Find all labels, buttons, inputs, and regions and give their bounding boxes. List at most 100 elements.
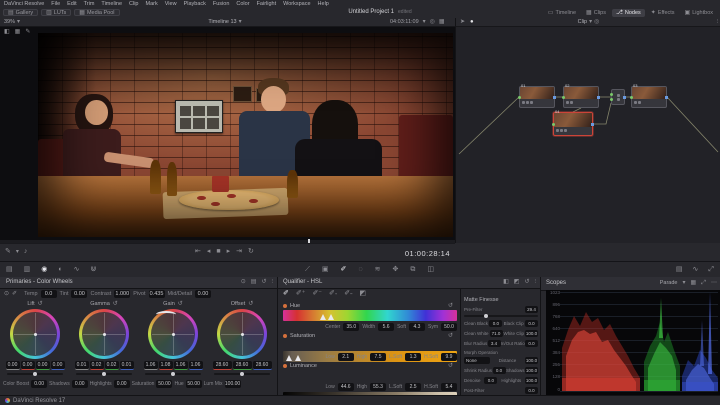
hue-high-handle[interactable] [328, 314, 334, 320]
stereo-icon[interactable]: ◫ [427, 266, 434, 273]
picker-add-icon[interactable]: ✐⁺ [296, 290, 306, 297]
morph-mode-dropdown[interactable]: None [464, 357, 490, 364]
hue-enable-toggle[interactable] [283, 304, 287, 308]
sat-lsoft-value[interactable]: 1.3 [405, 353, 421, 361]
chevron-down-icon[interactable]: ▾ [683, 280, 686, 286]
sizing-icon[interactable]: ⧉ [410, 266, 415, 273]
gain-wheel[interactable] [148, 309, 198, 359]
picker-subtract-icon[interactable]: ✐⁻ [312, 290, 322, 297]
lift-g-value[interactable]: 0.00 [36, 361, 50, 370]
sat-high-value[interactable]: 7.5 [370, 353, 386, 361]
shadows-value[interactable]: 0.00 [72, 380, 88, 388]
menu-playback[interactable]: Playback [184, 1, 206, 7]
keyframes-icon[interactable]: ▤ [676, 266, 683, 273]
gamma-y-value[interactable]: 0.01 [75, 361, 89, 370]
step-back-button[interactable]: ◂ [207, 248, 211, 255]
white-clip-value[interactable]: 100.0 [525, 330, 538, 337]
reset-icon[interactable]: ↺ [113, 301, 118, 307]
chevron-down-icon[interactable]: ▾ [589, 19, 592, 25]
panel-toggle-effects[interactable]: ✦ Effects [647, 9, 679, 17]
clean-black-value[interactable]: 0.0 [489, 320, 502, 327]
reset-icon[interactable]: ↺ [448, 303, 453, 309]
expand-icon[interactable]: ⤢ [701, 280, 706, 286]
reset-icon[interactable]: ↺ [38, 301, 43, 307]
mf-shadows-value[interactable]: 100.0 [525, 367, 538, 374]
chevron-down-icon[interactable]: ▾ [239, 19, 242, 25]
more-icon[interactable]: ⫶ [716, 19, 718, 25]
color-boost-value[interactable]: 0.00 [31, 380, 47, 388]
tint-value[interactable]: 0.00 [71, 290, 87, 298]
split-view-icon[interactable]: ▦ [15, 29, 21, 35]
menu-clip[interactable]: Clip [129, 1, 138, 7]
timeline-name[interactable]: Timeline 13 [208, 19, 236, 25]
layer-mixer-node[interactable] [611, 89, 625, 105]
viewer-zoom-level[interactable]: 39% [4, 19, 15, 25]
invert-icon[interactable]: ◩ [514, 279, 520, 285]
distance-value[interactable]: 100.0 [525, 357, 538, 364]
node-03[interactable]: 03 [631, 86, 667, 108]
gamma-b-value[interactable]: 0.01 [120, 361, 134, 370]
temp-value[interactable]: 0.0 [41, 290, 57, 298]
node-graph[interactable]: 01 02 04 03 [455, 27, 720, 243]
gallery-button[interactable]: ▤ Gallery [3, 9, 38, 16]
media-pool-button[interactable]: ▦ Media Pool [74, 9, 119, 16]
menu-fusion[interactable]: Fusion [213, 1, 230, 7]
node-view-mode[interactable]: Clip [578, 19, 587, 25]
chevron-down-icon[interactable]: ▾ [17, 19, 20, 25]
annotate-icon[interactable]: ✎ [5, 248, 11, 255]
offset-master-slider[interactable] [214, 373, 270, 375]
menu-timeline[interactable]: Timeline [101, 1, 122, 7]
hue-range-bar[interactable] [283, 310, 457, 321]
scopes-toggle-icon[interactable]: ⤢ [708, 266, 714, 273]
highlights-value[interactable]: 0.00 [114, 380, 130, 388]
panel-toggle-clips[interactable]: ▦ Clips [582, 9, 610, 17]
unmix-icon[interactable]: ◧ [4, 29, 10, 35]
lift-b-value[interactable]: 0.00 [51, 361, 65, 370]
loop-button[interactable]: ↻ [248, 248, 254, 255]
blur-icon[interactable]: ≋ [375, 266, 381, 273]
luminance-enable-toggle[interactable] [283, 364, 287, 368]
clean-white-value[interactable]: 71.0 [490, 330, 503, 337]
hue-width-value[interactable]: 5.6 [378, 323, 394, 331]
post-filter-value[interactable]: 0.0 [525, 387, 538, 394]
curves-icon[interactable]: ∿ [74, 266, 80, 273]
chevron-down-icon[interactable]: ▾ [16, 249, 19, 255]
inout-ratio-value[interactable]: 0.0 [525, 340, 538, 347]
menu-file[interactable]: File [51, 1, 60, 7]
lum-hsoft-value[interactable]: 5.4 [441, 383, 457, 391]
scope-mode-dropdown[interactable]: Parade [660, 280, 678, 286]
lum-high-value[interactable]: 55.3 [370, 383, 386, 391]
camera-raw-icon[interactable]: ▤ [6, 266, 13, 273]
reset-icon[interactable]: ↺ [261, 279, 266, 285]
cursor-icon[interactable]: ➤ [460, 19, 465, 25]
gamma-wheel[interactable] [79, 309, 129, 359]
jump-end-button[interactable]: ⇥ [236, 248, 242, 255]
gain-b-value[interactable]: 1.06 [189, 361, 203, 370]
lift-r-value[interactable]: 0.00 [21, 361, 35, 370]
gamma-r-value[interactable]: 0.02 [90, 361, 104, 370]
highlight-icon[interactable]: ✎ [25, 29, 30, 35]
menu-color[interactable]: Color [236, 1, 249, 7]
hue-center-value[interactable]: 35.0 [343, 323, 359, 331]
contrast-value[interactable]: 1.000 [114, 290, 130, 298]
pivot-value[interactable]: 0.435 [149, 290, 165, 298]
lum-mix-value[interactable]: 100.00 [225, 380, 241, 388]
panel-toggle-lightbox[interactable]: ▣ Lightbox [681, 9, 717, 17]
more-icon[interactable]: ⫶ [534, 279, 536, 285]
menu-trim[interactable]: Trim [84, 1, 95, 7]
denoise-value[interactable]: 0.0 [484, 377, 497, 384]
menu-view[interactable]: View [165, 1, 177, 7]
color-warper-icon[interactable]: ⋓ [90, 266, 96, 273]
node-02[interactable]: 02 [563, 86, 599, 108]
luts-button[interactable]: ▥ LUTs [41, 9, 71, 16]
parade-scope[interactable]: 1023 896 768 640 512 384 256 128 0 [546, 290, 720, 395]
color-match-icon[interactable]: ▥ [24, 266, 31, 273]
step-forward-button[interactable]: ▸ [227, 248, 231, 255]
menu-mark[interactable]: Mark [146, 1, 158, 7]
lum-low-value[interactable]: 44.6 [338, 383, 354, 391]
highlight-icon[interactable]: ◧ [503, 279, 509, 285]
more-icon[interactable]: ⋯ [711, 280, 717, 286]
gain-g-value[interactable]: 1.06 [174, 361, 188, 370]
more-icon[interactable]: ⫶ [271, 279, 273, 285]
key-icon[interactable]: ✥ [392, 266, 398, 273]
